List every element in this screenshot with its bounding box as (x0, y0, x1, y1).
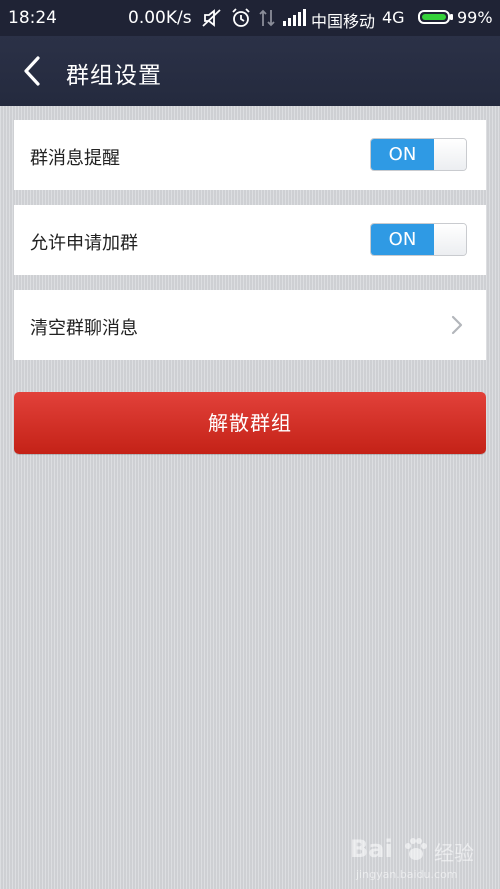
alarm-icon (232, 8, 250, 27)
allow-join-toggle[interactable]: ON (370, 223, 467, 256)
toggle-knob (434, 224, 466, 255)
watermark-site: jingyan.baidu.com (356, 868, 458, 881)
dissolve-group-button[interactable]: 解散群组 (14, 392, 486, 454)
setting-row-allow-join: 允许申请加群 ON (14, 205, 486, 275)
setting-label: 清空群聊消息 (30, 318, 138, 339)
toggle-on-label: ON (371, 224, 434, 255)
mute-icon (202, 9, 221, 27)
group-notify-toggle[interactable]: ON (370, 138, 467, 171)
battery-level (422, 14, 446, 20)
status-time: 18:24 (8, 8, 57, 28)
battery-percent: 99% (457, 8, 493, 27)
toggle-on-label: ON (371, 139, 434, 170)
baidu-jingyan-watermark: Bai 经验 jingyan.baidu.com (346, 835, 496, 883)
battery-cap (450, 14, 453, 20)
chevron-right-icon (451, 315, 463, 335)
data-transfer-icon (259, 9, 275, 27)
setting-label: 允许申请加群 (30, 233, 138, 254)
setting-row-clear-messages[interactable]: 清空群聊消息 (14, 290, 486, 360)
toggle-knob (434, 139, 466, 170)
signal-icon (283, 9, 306, 26)
network-type: 4G (382, 8, 405, 27)
app-header: 群组设置 (0, 36, 500, 106)
battery-icon (418, 10, 450, 24)
watermark-logo: Bai (350, 835, 393, 863)
watermark-brand: 经验 (434, 841, 474, 865)
setting-row-group-notify: 群消息提醒 ON (14, 120, 486, 190)
chevron-left-icon (24, 56, 40, 86)
carrier-name: 中国移动 (311, 12, 376, 31)
back-button[interactable] (10, 48, 56, 94)
net-speed: 0.00K/s (128, 8, 192, 28)
status-bar: 18:24 0.00K/s 中国移动 4G 99% (0, 0, 500, 36)
paw-icon (405, 838, 427, 860)
page-title: 群组设置 (66, 63, 162, 89)
setting-label: 群消息提醒 (30, 148, 120, 169)
